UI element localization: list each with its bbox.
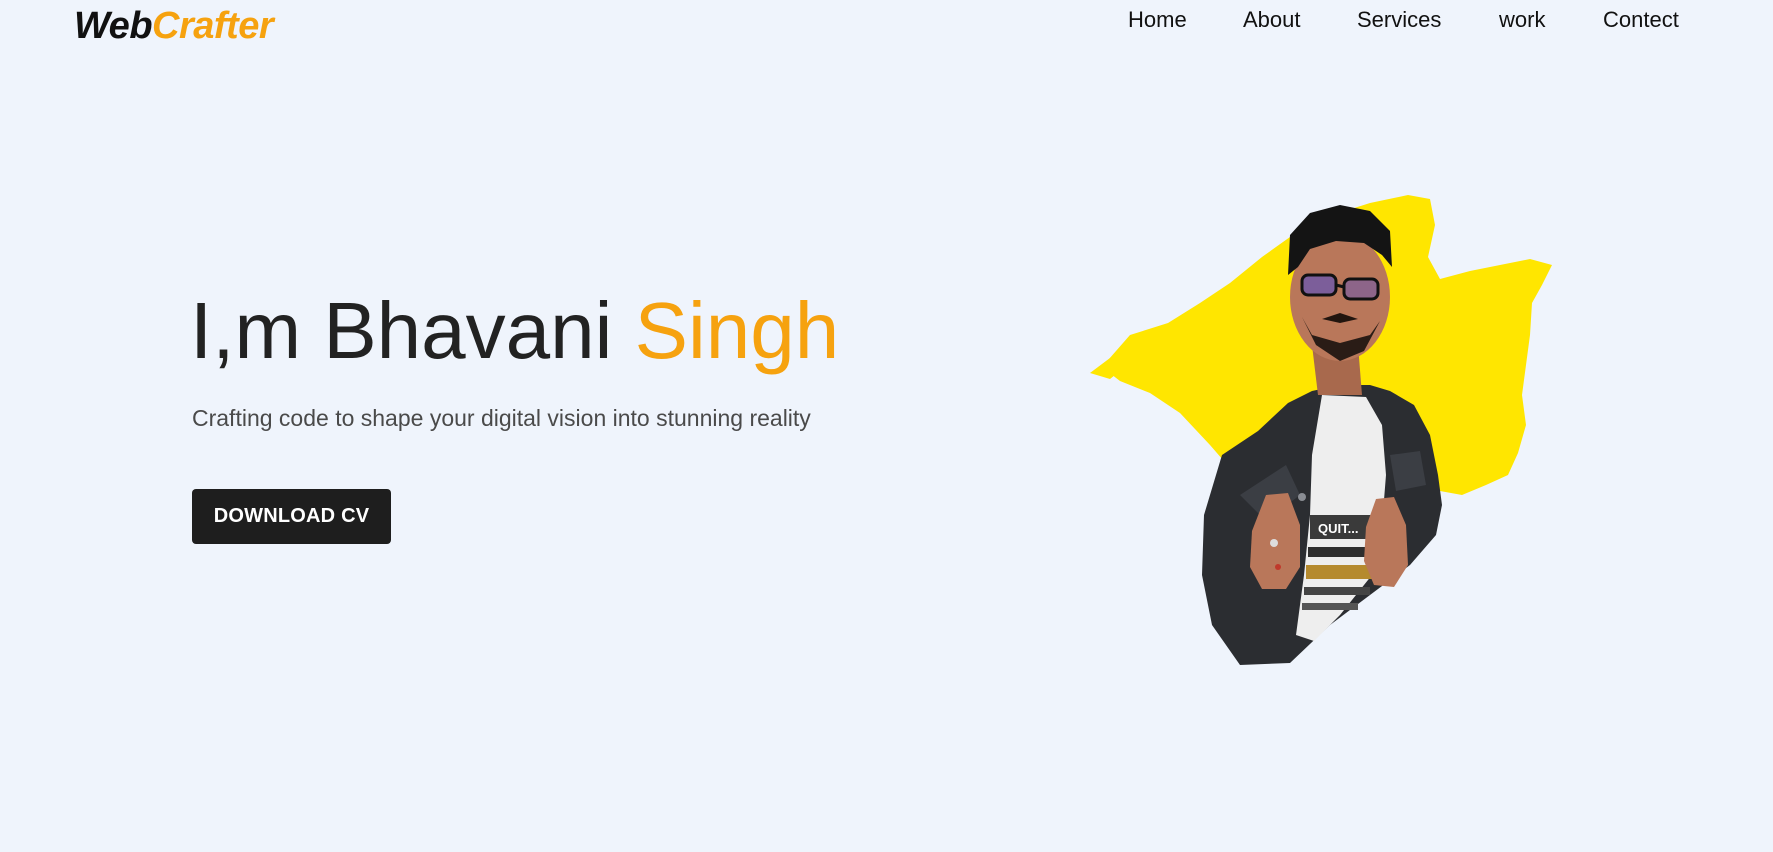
nav-item-work[interactable]: work [1499, 7, 1545, 33]
nav-item-services[interactable]: Services [1357, 7, 1441, 33]
nav-item-contect[interactable]: Contect [1603, 7, 1679, 33]
hero-subtitle: Crafting code to shape your digital visi… [192, 405, 811, 431]
hero-portrait: QUIT... [1090, 195, 1650, 675]
hero-title-main: I,m Bhavani [190, 286, 635, 375]
ring-icon [1270, 539, 1278, 547]
page: WebCrafter Home About Services work Cont… [0, 0, 1773, 852]
ring-red-icon [1275, 564, 1281, 570]
main-nav: Home About Services work Contect [0, 0, 1773, 44]
glasses-bridge-icon [1335, 283, 1345, 289]
portrait-illustration: QUIT... [1090, 195, 1552, 665]
glasses-right-lens-icon [1342, 277, 1380, 301]
nav-item-home[interactable]: Home [1128, 7, 1187, 33]
glasses-left-lens-icon [1300, 273, 1338, 297]
hero-title-accent: Singh [634, 286, 840, 375]
jacket-pocket-right [1390, 451, 1426, 491]
download-cv-button[interactable]: DOWNLOAD CV [192, 489, 391, 544]
tshirt-print-text: QUIT... [1318, 521, 1358, 536]
nav-item-about[interactable]: About [1243, 7, 1301, 33]
jacket-button-icon [1298, 493, 1306, 501]
tshirt-stripe-4 [1302, 603, 1358, 610]
hero-title: I,m Bhavani Singh [190, 286, 839, 376]
tshirt-stripe-3 [1304, 587, 1370, 595]
